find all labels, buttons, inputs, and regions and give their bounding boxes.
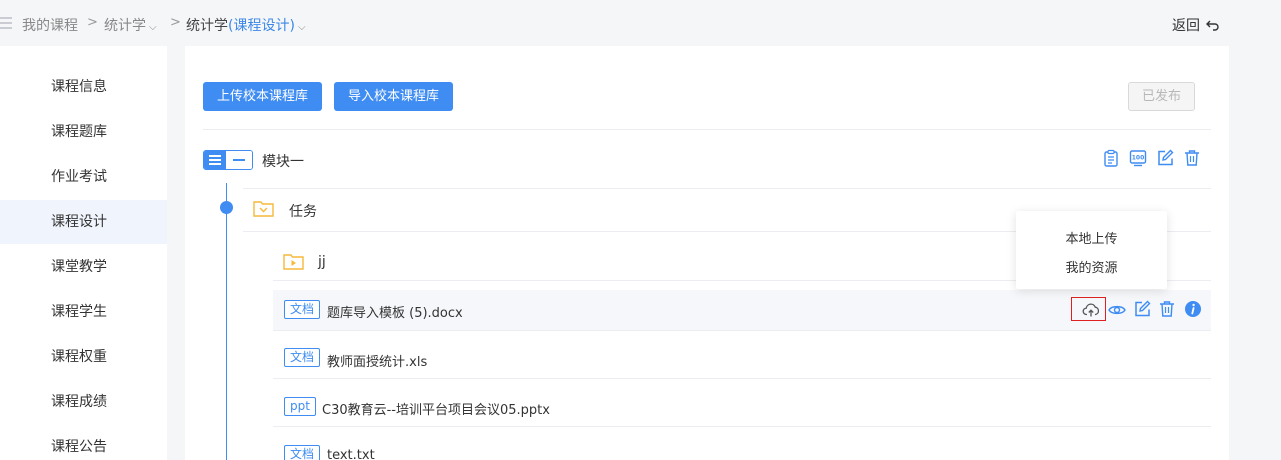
video-folder-icon [283,254,304,270]
import-course-library-button[interactable]: 导入校本课程库 [334,82,454,111]
trash-icon[interactable] [1158,300,1176,318]
divider [273,426,1211,427]
breadcrumb-current-label: 统计学 [186,18,228,34]
edit-icon[interactable] [1133,300,1151,318]
sidebar-item-question-bank[interactable]: 课程题库 [0,110,167,154]
folder-icon [253,201,274,217]
back-label: 返回 [1172,18,1200,34]
popover-item-my-resources[interactable]: 我的资源 [1016,257,1167,276]
breadcrumb-separator: > [170,15,181,30]
collapse-icon[interactable] [226,151,252,169]
sidebar-item-course-announcements[interactable]: 课程公告 [0,425,167,460]
published-button: 已发布 [1128,82,1196,111]
trash-icon[interactable] [1183,149,1201,167]
divider [203,129,1211,130]
breadcrumb-separator: > [87,15,98,30]
file-name[interactable]: 题库导入模板 (5).docx [327,302,463,321]
file-name[interactable]: 教师面授统计.xls [327,351,427,370]
file-name[interactable]: C30教育云--培训平台项目会议05.pptx [322,399,550,418]
breadcrumb-course[interactable]: 统计学 ⌵ [104,15,157,35]
file-name[interactable]: text.txt [327,448,375,460]
list-view-icon[interactable] [204,151,226,169]
timeline-dot [220,201,233,214]
sidebar-item-course-weights[interactable]: 课程权重 [0,335,167,379]
breadcrumb-root[interactable]: 我的课程 [22,15,78,35]
file-type-tag: 文档 [284,348,321,367]
sidebar: 课程信息 课程题库 作业考试 课程设计 课堂教学 课程学生 课程权重 课程成绩 … [0,46,167,460]
file-type-tag: 文档 [284,445,321,460]
svg-text:100: 100 [1132,155,1145,162]
file-type-tag: ppt [284,397,316,416]
info-icon[interactable] [1184,300,1202,318]
back-button[interactable]: 返回 [1172,15,1220,35]
folder-name[interactable]: jj [318,254,326,270]
back-arrow-icon [1206,20,1220,31]
divider [273,378,1211,379]
edit-icon[interactable] [1156,149,1174,167]
breadcrumb-current[interactable]: 统计学(课程设计) ⌵ [186,15,306,35]
top-bar: 我的课程 > 统计学 ⌵ > 统计学(课程设计) ⌵ 返回 [0,0,1281,46]
sidebar-item-course-grades[interactable]: 课程成绩 [0,380,167,424]
breadcrumb-current-highlight: (课程设计) [228,18,295,34]
sidebar-item-homework-exam[interactable]: 作业考试 [0,155,167,199]
chevron-down-icon: ⌵ [149,22,157,33]
eye-icon[interactable] [1108,301,1126,319]
sidebar-item-course-info[interactable]: 课程信息 [0,65,167,109]
file-type-tag: 文档 [284,300,321,319]
menu-icon[interactable] [0,17,12,29]
upload-popover: 本地上传 我的资源 [1016,211,1167,289]
view-toggle[interactable] [203,150,253,170]
module-title: 模块一 [262,154,304,170]
score-icon[interactable]: 100 [1129,149,1147,167]
timeline-line [226,183,227,460]
upload-course-library-button[interactable]: 上传校本课程库 [203,82,323,111]
task-title: 任务 [289,204,317,220]
upload-icon-highlight [1071,297,1106,321]
divider [273,330,1211,331]
sidebar-item-course-students[interactable]: 课程学生 [0,290,167,334]
popover-item-local-upload[interactable]: 本地上传 [1016,228,1167,247]
divider [243,188,1211,189]
sidebar-item-classroom-teaching[interactable]: 课堂教学 [0,245,167,289]
breadcrumb-course-label: 统计学 [104,18,146,34]
sidebar-item-course-design[interactable]: 课程设计 [0,200,167,244]
chevron-down-icon: ⌵ [297,22,306,33]
clipboard-icon[interactable] [1102,149,1120,167]
